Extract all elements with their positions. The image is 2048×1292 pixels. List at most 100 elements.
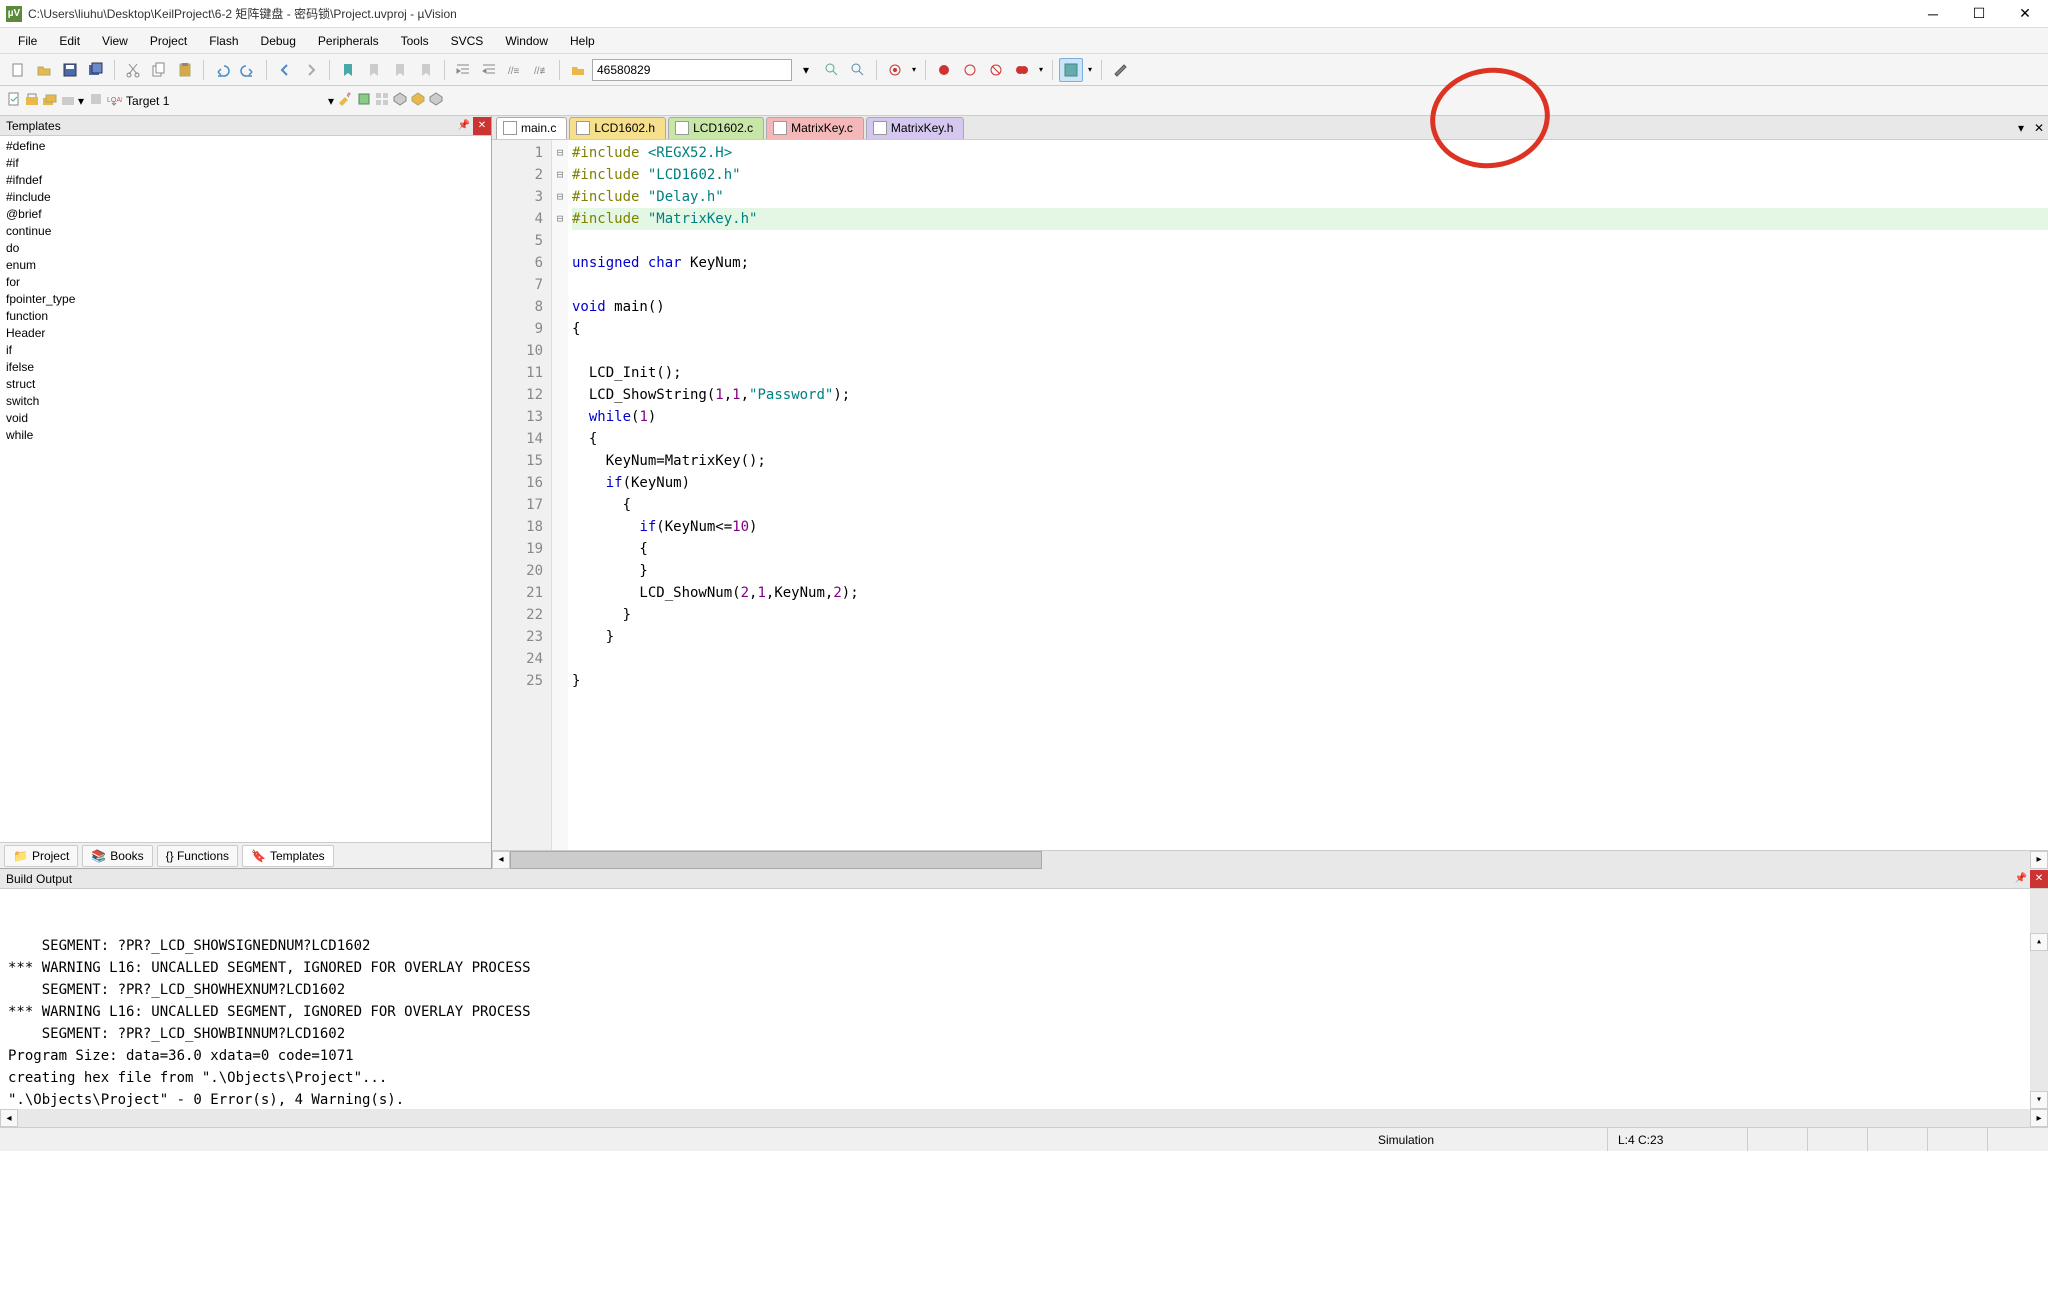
menu-peripherals[interactable]: Peripherals [308,30,389,52]
templates-close-button[interactable]: ✕ [473,117,491,135]
nav-back-button[interactable] [273,58,297,82]
find-in-files-button[interactable] [566,58,590,82]
window-dropdown[interactable]: ▾ [1085,60,1095,80]
template-item[interactable]: #include [6,189,485,206]
build-scroll-up[interactable]: ▴ [2030,933,2048,951]
breakpoint-dropdown[interactable]: ▾ [1036,60,1046,80]
pin-button[interactable]: 📌 [455,117,473,135]
build-vscroll[interactable]: ▴ ▾ [2030,889,2048,1109]
stop-build-button[interactable] [88,91,104,110]
tab-project[interactable]: 📁Project [4,845,78,867]
translate-button[interactable] [6,91,22,110]
menu-svcs[interactable]: SVCS [441,30,494,52]
manage-button[interactable] [374,91,390,110]
build-target-button[interactable] [24,91,40,110]
maximize-button[interactable]: ☐ [1956,0,2002,28]
templates-list[interactable]: #define#if#ifndef#include@briefcontinued… [0,136,491,842]
new-file-button[interactable] [6,58,30,82]
download-button[interactable]: LOAD [106,91,122,110]
scroll-left-button[interactable]: ◂ [492,851,510,869]
manage-rte-button[interactable] [392,91,408,110]
batch-build-button[interactable] [60,91,76,110]
copy-button[interactable] [147,58,171,82]
bookmark-prev-button[interactable] [362,58,386,82]
menu-help[interactable]: Help [560,30,605,52]
open-file-button[interactable] [32,58,56,82]
template-item[interactable]: ifelse [6,359,485,376]
menu-view[interactable]: View [92,30,138,52]
window-layout-button[interactable] [1059,58,1083,82]
build-scroll-right[interactable]: ▸ [2030,1109,2048,1127]
template-item[interactable]: Header [6,325,485,342]
target-combo[interactable]: Target 1 [126,94,326,108]
cut-button[interactable] [121,58,145,82]
debug-dropdown[interactable]: ▾ [909,60,919,80]
batch-dropdown[interactable]: ▾ [78,94,84,108]
template-item[interactable]: @brief [6,206,485,223]
bookmark-clear-button[interactable] [414,58,438,82]
save-all-button[interactable] [84,58,108,82]
breakpoint-kill-button[interactable] [1010,58,1034,82]
template-item[interactable]: for [6,274,485,291]
tab-templates[interactable]: 🔖Templates [242,845,334,867]
comment-button[interactable]: //≡ [503,58,527,82]
target-options-button[interactable] [336,91,352,110]
template-item[interactable]: void [6,410,485,427]
tab-lcd1602-c[interactable]: LCD1602.c [668,117,764,139]
tab-matrixkey-h[interactable]: MatrixKey.h [866,117,964,139]
pack-installer-button[interactable] [428,91,444,110]
template-item[interactable]: enum [6,257,485,274]
incremental-find-button[interactable] [846,58,870,82]
template-item[interactable]: #ifndef [6,172,485,189]
scroll-track[interactable] [510,851,2030,869]
tab-matrixkey-c[interactable]: MatrixKey.c [766,117,864,139]
tab-main-c[interactable]: main.c [496,117,567,139]
rebuild-button[interactable] [42,91,58,110]
code-editor[interactable]: 1234567891011121314151617181920212223242… [492,140,2048,850]
scroll-right-button[interactable]: ▸ [2030,851,2048,869]
menu-project[interactable]: Project [140,30,197,52]
breakpoint-enable-button[interactable] [958,58,982,82]
menu-window[interactable]: Window [495,30,558,52]
build-output-content[interactable]: SEGMENT: ?PR?_LCD_SHOWSIGNEDNUM?LCD1602*… [0,889,2048,1109]
debug-button[interactable] [883,58,907,82]
uncomment-button[interactable]: //≢ [529,58,553,82]
fold-column[interactable]: ⊟⊟⊟⊟ [552,140,568,850]
menu-tools[interactable]: Tools [391,30,439,52]
close-button[interactable]: ✕ [2002,0,2048,28]
template-item[interactable]: switch [6,393,485,410]
menu-file[interactable]: File [8,30,47,52]
menu-debug[interactable]: Debug [251,30,306,52]
editor-hscroll[interactable]: ◂ ▸ [492,850,2048,868]
scroll-thumb[interactable] [510,851,1042,869]
build-pin-button[interactable]: 📌 [2012,870,2030,888]
save-button[interactable] [58,58,82,82]
template-item[interactable]: fpointer_type [6,291,485,308]
tab-close-button[interactable]: ✕ [2030,119,2048,137]
bookmark-toggle-button[interactable] [336,58,360,82]
undo-button[interactable] [210,58,234,82]
code-content[interactable]: #include <REGX52.H>#include "LCD1602.h"#… [568,140,2048,850]
build-scroll-down[interactable]: ▾ [2030,1091,2048,1109]
template-item[interactable]: struct [6,376,485,393]
menu-edit[interactable]: Edit [49,30,90,52]
find-next-button[interactable] [820,58,844,82]
tab-menu-button[interactable]: ▾ [2012,119,2030,137]
template-item[interactable]: #if [6,155,485,172]
minimize-button[interactable]: ─ [1910,0,1956,28]
paste-button[interactable] [173,58,197,82]
template-item[interactable]: #define [6,138,485,155]
outdent-button[interactable] [477,58,501,82]
breakpoint-insert-button[interactable] [932,58,956,82]
tab-lcd1602-h[interactable]: LCD1602.h [569,117,666,139]
target-dropdown[interactable]: ▾ [328,94,334,108]
find-dropdown[interactable]: ▾ [794,58,818,82]
indent-button[interactable] [451,58,475,82]
template-item[interactable]: while [6,427,485,444]
bookmark-next-button[interactable] [388,58,412,82]
configure-button[interactable] [1108,58,1132,82]
select-pack-button[interactable] [410,91,426,110]
template-item[interactable]: do [6,240,485,257]
template-item[interactable]: function [6,308,485,325]
redo-button[interactable] [236,58,260,82]
